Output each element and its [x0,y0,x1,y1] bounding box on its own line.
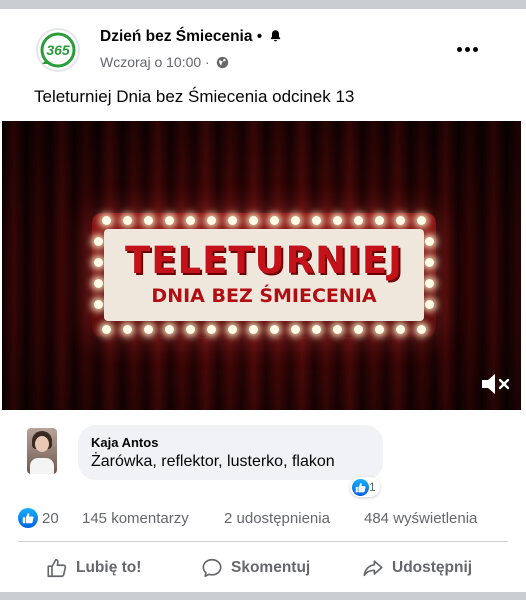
comment-reaction-badge[interactable]: 1 [350,477,380,497]
marquee-bulb [396,216,405,225]
likes-count: 20 [42,509,59,527]
marquee-panel: TELETURNIEJ DNIA BEZ ŚMIECENIA [104,229,424,321]
marquee-bulb [417,216,426,225]
marquee-bulb [333,325,342,334]
marquee-bulb [333,216,342,225]
post-text: Teleturniej Dnia bez Śmiecenia odcinek 1… [34,87,355,106]
marquee-bulb [144,216,153,225]
marquee-bulb [186,325,195,334]
comments-count[interactable]: 145 komentarzy [82,510,189,527]
divider [18,541,508,542]
thumbs-up-icon [352,478,369,496]
more-options-button[interactable] [452,36,482,62]
likes-summary[interactable]: 20 [18,508,59,528]
marquee-bulb [102,325,111,334]
comment-author-avatar[interactable] [27,428,57,474]
more-options-icon [472,46,478,52]
marquee-bulb [94,237,103,246]
marquee-bulb [425,279,434,288]
marquee-bulb [123,325,132,334]
share-button[interactable]: Udostępnij [362,552,472,584]
marquee-bulb [375,216,384,225]
comment-button-label: Skomentuj [231,559,311,576]
action-bar: Lubię to! Skomentuj Udostępnij [0,552,526,584]
thumbs-up-icon [18,508,38,528]
page-name[interactable]: Dzień bez Śmiecenia • [100,28,282,46]
marquee-bulb [249,216,258,225]
marquee-bulb [312,216,321,225]
marquee-bulb [249,325,258,334]
speaker-muted-icon[interactable] [480,371,514,397]
more-options-icon [464,46,470,52]
marquee-bulb [228,325,237,334]
marquee-bulb [165,325,174,334]
marquee-bulb [270,325,279,334]
meta-separator: · [201,54,214,70]
page-logo: 365 [40,32,76,68]
marquee-bulb [375,325,384,334]
comment-bubble: Kaja Antos Żarówka, reflektor, lusterko,… [78,425,383,480]
like-button[interactable]: Lubię to! [46,552,141,584]
thumbs-up-icon [47,558,67,578]
globe-icon [216,56,228,69]
marquee-bulb [102,216,111,225]
video-player[interactable]: TELETURNIEJ DNIA BEZ ŚMIECENIA [2,121,521,410]
views-count: 484 wyświetlenia [364,510,478,527]
marquee-bulb [291,325,300,334]
comment-text: Żarówka, reflektor, lusterko, flakon [91,453,335,470]
name-dot: • [252,28,267,45]
bell-icon[interactable] [269,29,282,42]
marquee-bulb [354,216,363,225]
comment-author[interactable]: Kaja Antos [91,435,158,450]
post-stats: 20 145 komentarzy 2 udostępnienia 484 wy… [18,508,508,530]
marquee-bulb [186,216,195,225]
marquee-bulb [165,216,174,225]
comment-button[interactable]: Skomentuj [201,552,310,584]
feed-separator-top [0,0,526,9]
marquee-bulb [207,325,216,334]
video-title-line2: DNIA BEZ ŚMIECENIA [151,285,377,307]
more-options-icon [456,46,462,52]
marquee-bulb [312,325,321,334]
comment-bubble-icon [202,558,222,578]
marquee-bulb [291,216,300,225]
marquee-bulb [425,258,434,267]
post-timestamp[interactable]: Wczoraj o 10:00 [100,54,201,70]
avatar-shirt [30,458,54,474]
marquee-bulb [207,216,216,225]
marquee-bulb [425,300,434,309]
logo-text: 365 [46,42,70,58]
marquee-bulb [228,216,237,225]
video-title-line1: TELETURNIEJ [125,239,403,282]
marquee-sign: TELETURNIEJ DNIA BEZ ŚMIECENIA [92,213,436,337]
share-arrow-icon [363,560,383,577]
share-button-label: Udostępnij [392,559,473,576]
marquee-bulb [425,237,434,246]
page-name-text[interactable]: Dzień bez Śmiecenia [100,28,252,45]
feed-separator-bottom [0,592,526,600]
marquee-bulb [94,279,103,288]
marquee-bulb [396,325,405,334]
post-meta: Wczoraj o 10:00 · [100,54,229,70]
shares-count[interactable]: 2 udostępnienia [224,510,330,527]
post-header: 365 Dzień bez Śmiecenia • Wczoraj o 10:0… [0,20,526,82]
marquee-bulb [94,258,103,267]
marquee-bulb [354,325,363,334]
like-button-label: Lubię to! [76,559,142,576]
avatar-face [35,436,49,452]
comment-reaction-count: 1 [369,480,376,494]
marquee-bulb [123,216,132,225]
marquee-bulb [94,300,103,309]
page-avatar[interactable]: 365 [36,28,80,72]
marquee-bulb [270,216,279,225]
marquee-bulb [144,325,153,334]
marquee-bulb [417,325,426,334]
